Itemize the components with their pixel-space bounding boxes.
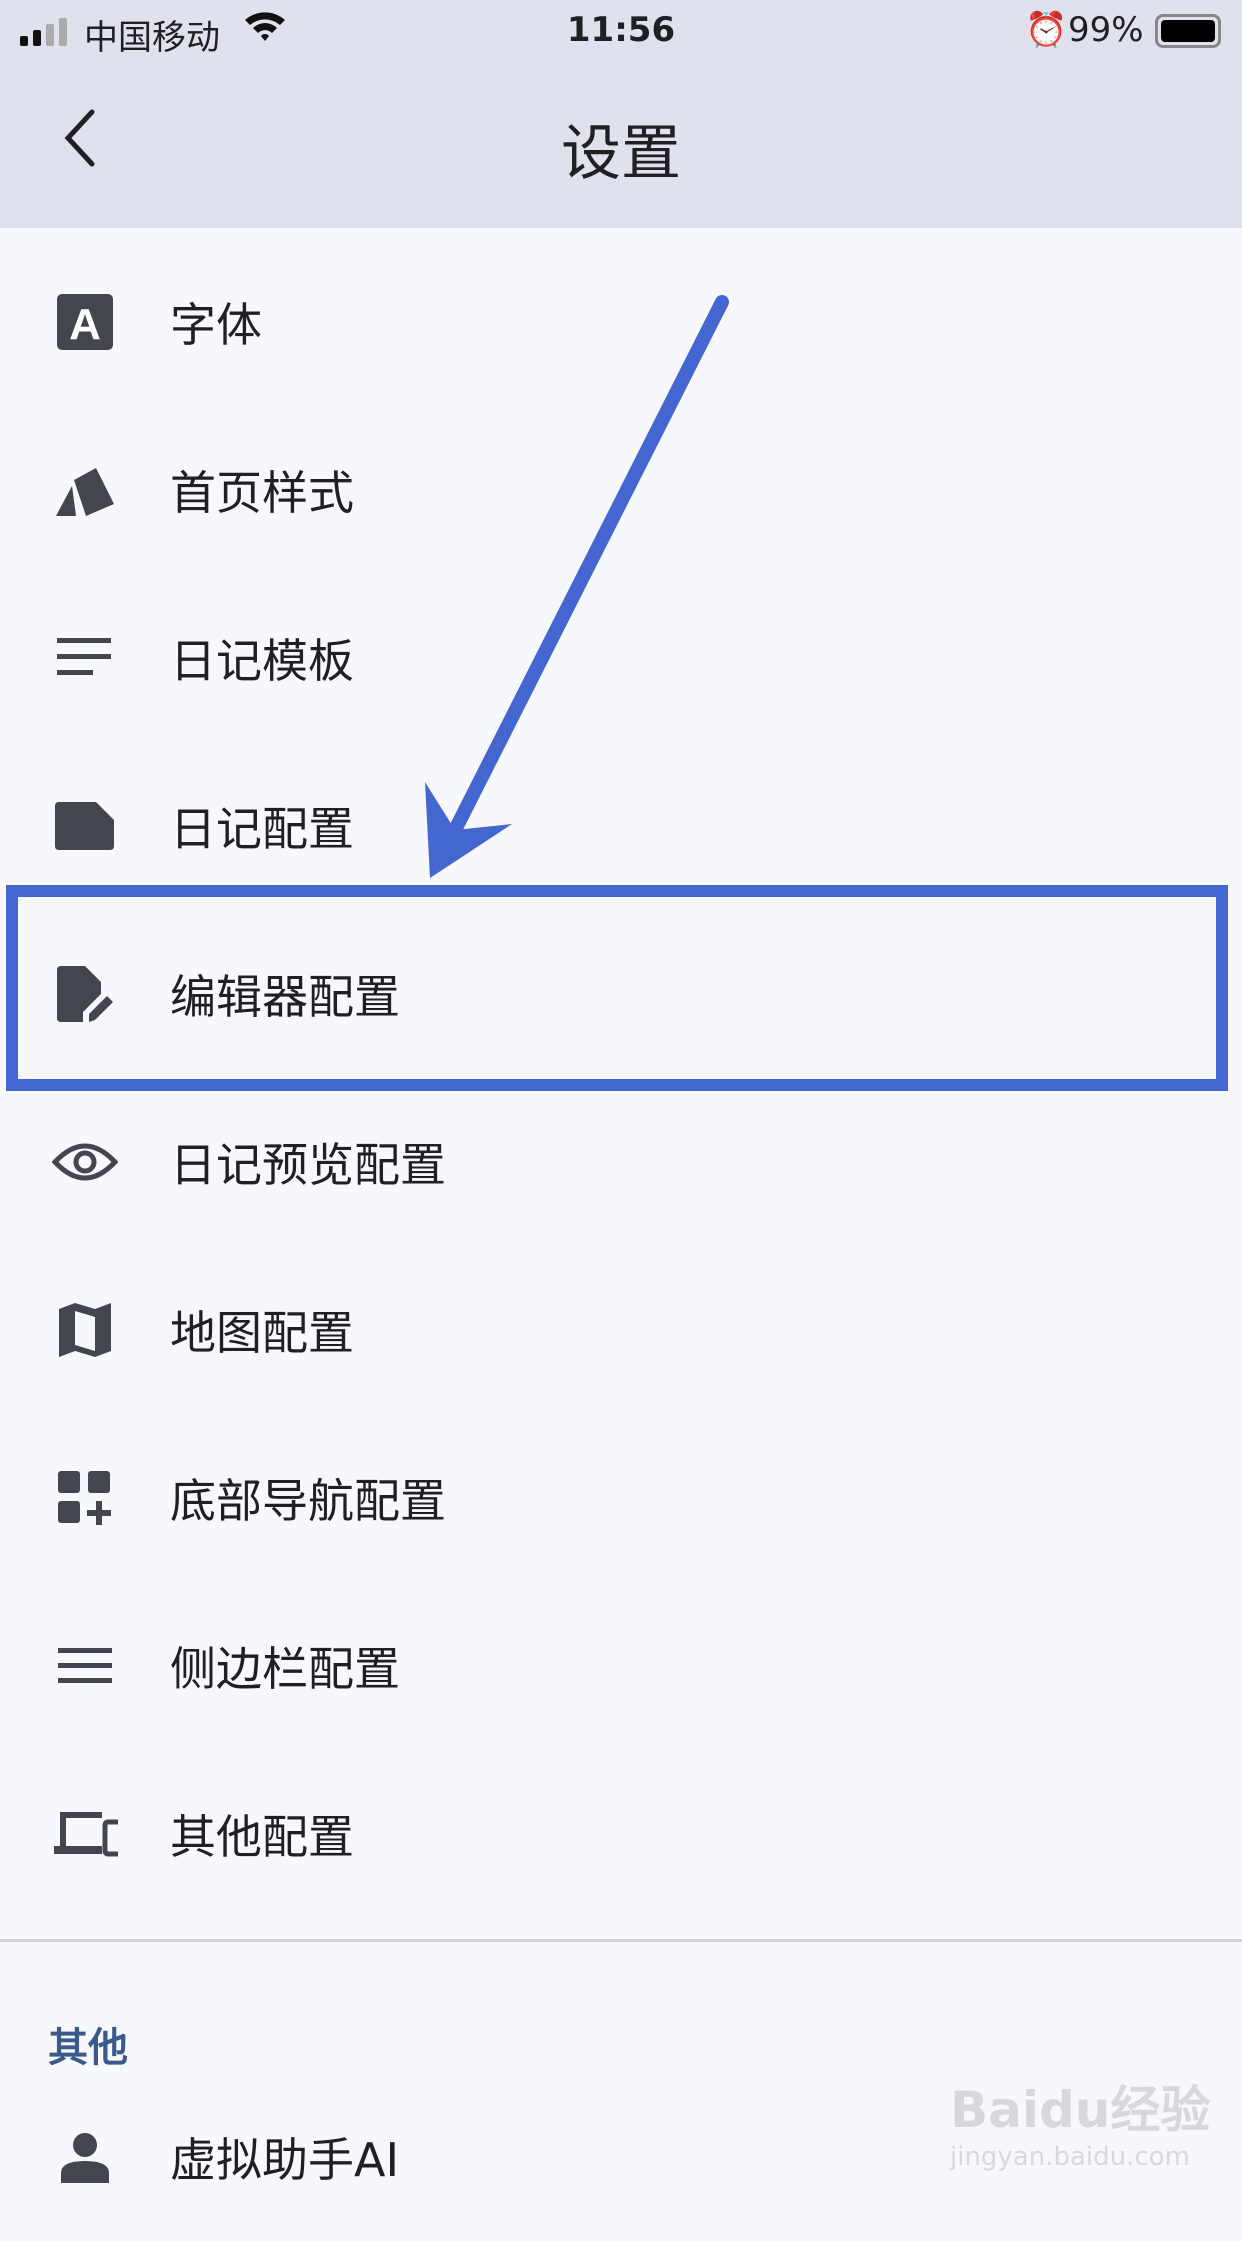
settings-item-preview-config[interactable]: 日记预览配置 <box>0 1078 1242 1246</box>
item-label: 日记模板 <box>170 634 354 688</box>
item-label: 地图配置 <box>170 1306 354 1360</box>
grid-add-icon <box>52 1465 118 1531</box>
lines-icon <box>52 625 118 691</box>
map-icon <box>52 1297 118 1363</box>
item-label: 日记配置 <box>170 802 354 856</box>
svg-text:A: A <box>69 300 101 349</box>
settings-item-font[interactable]: A 字体 <box>0 238 1242 406</box>
alarm-icon: ⏰ <box>1025 10 1068 50</box>
settings-item-diary-template[interactable]: 日记模板 <box>0 574 1242 742</box>
section-title-other: 其他 <box>48 2025 128 2071</box>
section-divider <box>0 1939 1242 1942</box>
cards-icon <box>52 457 118 523</box>
note-icon <box>52 793 118 859</box>
item-label: 首页样式 <box>170 466 354 520</box>
menu-icon <box>52 1633 118 1699</box>
watermark: Baidu经验 jingyan.baidu.com <box>950 2081 1211 2172</box>
item-label: 虚拟助手AI <box>170 2133 400 2187</box>
battery-icon <box>1155 14 1221 48</box>
annotation-highlight-box <box>6 885 1228 1091</box>
item-label: 底部导航配置 <box>170 1474 446 1528</box>
devices-icon <box>52 1801 118 1867</box>
settings-item-map-config[interactable]: 地图配置 <box>0 1246 1242 1414</box>
header: 中国移动 11:56 ⏰ 99% 设置 <box>0 0 1242 228</box>
item-label: 侧边栏配置 <box>170 1642 400 1696</box>
person-icon <box>52 2124 118 2190</box>
font-icon: A <box>52 289 118 355</box>
eye-icon <box>52 1129 118 1195</box>
battery-percent: 99% <box>1068 10 1144 50</box>
item-label: 日记预览配置 <box>170 1138 446 1192</box>
page-title: 设置 <box>561 119 681 189</box>
settings-item-bottom-nav-config[interactable]: 底部导航配置 <box>0 1414 1242 1582</box>
settings-item-other-config[interactable]: 其他配置 <box>0 1750 1242 1918</box>
item-label: 其他配置 <box>170 1810 354 1864</box>
item-label: 字体 <box>170 298 262 352</box>
settings-item-sidebar-config[interactable]: 侧边栏配置 <box>0 1582 1242 1750</box>
status-bar: 中国移动 11:56 ⏰ 99% <box>0 0 1242 70</box>
settings-item-home-style[interactable]: 首页样式 <box>0 406 1242 574</box>
